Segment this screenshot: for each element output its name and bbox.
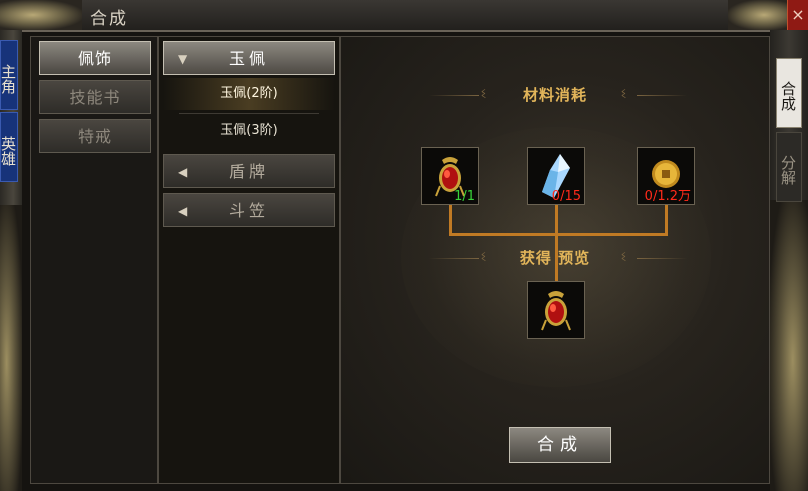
material-slot[interactable]: 0/1.2万 — [637, 147, 695, 205]
synthesis-window: 合成 × 主角 英雄 合成 分解 佩饰 技能书 特戒 ▼ 玉佩 玉佩(2阶) 玉… — [0, 0, 808, 491]
subcategory-panel: ▼ 玉佩 玉佩(2阶) 玉佩(3阶) ◀ 盾牌 ◀ 斗笠 — [158, 36, 340, 484]
material-slot[interactable]: 0/15 — [527, 147, 585, 205]
material-count: 0/15 — [551, 189, 581, 204]
arrow-down-icon: ▼ — [178, 52, 188, 66]
divider — [637, 258, 687, 259]
title-bar[interactable]: 合成 × — [0, 0, 808, 32]
connector-line — [449, 205, 452, 235]
left-side-tabs: 主角 英雄 — [0, 40, 18, 184]
swirl-ornament-icon: ଽ — [621, 86, 627, 102]
subcategory-jade-pendant[interactable]: ▼ 玉佩 — [163, 41, 335, 75]
subcategory-label: 玉佩 — [228, 49, 269, 68]
jade-pendant-icon — [541, 291, 571, 331]
tab-decompose[interactable]: 分解 — [776, 132, 802, 202]
subcategory-shield[interactable]: ◀ 盾牌 — [163, 154, 335, 188]
material-count: 0/1.2万 — [644, 189, 691, 204]
dragon-ornament-right-icon — [728, 0, 788, 30]
category-panel: 佩饰 技能书 特戒 — [30, 36, 158, 484]
arrow-left-icon: ◀ — [178, 165, 188, 179]
arrow-left-icon: ◀ — [178, 204, 188, 218]
connector-line — [665, 205, 668, 235]
dragon-ornament-bottom-right-icon — [770, 200, 808, 491]
result-preview-title: 获得 预览 — [519, 249, 591, 267]
recipe-item[interactable]: 玉佩(2阶) — [163, 78, 335, 110]
tab-hero[interactable]: 英雄 — [0, 112, 18, 182]
recipe-item[interactable]: 玉佩(3阶) — [163, 115, 335, 147]
subcategory-label: 斗笠 — [228, 201, 269, 220]
swirl-ornament-icon: ଽ — [621, 249, 627, 265]
synthesize-button[interactable]: 合成 — [509, 427, 611, 463]
divider — [637, 95, 687, 96]
divider — [179, 113, 319, 114]
recipe-detail-panel: ଽ 材料消耗 ଽ 1/1 0/15 0/1.2万 ଽ 获得 预览 ଽ 合成 — [340, 36, 770, 484]
result-slot[interactable] — [527, 281, 585, 339]
subcategory-label: 盾牌 — [228, 162, 269, 181]
window-title: 合成 — [90, 9, 128, 29]
tab-synthesis[interactable]: 合成 — [776, 58, 802, 128]
tab-player[interactable]: 主角 — [0, 40, 18, 110]
material-count: 1/1 — [454, 189, 475, 204]
close-button[interactable]: × — [787, 0, 808, 30]
dragon-ornament-left-icon — [0, 0, 82, 30]
dragon-ornament-bottom-left-icon — [0, 205, 22, 491]
connector-line — [555, 205, 558, 235]
material-slot[interactable]: 1/1 — [421, 147, 479, 205]
connector-line — [449, 233, 668, 236]
materials-title: 材料消耗 — [522, 86, 587, 104]
category-accessory-button[interactable]: 佩饰 — [39, 41, 151, 75]
subcategory-hat[interactable]: ◀ 斗笠 — [163, 193, 335, 227]
category-special-ring-button[interactable]: 特戒 — [39, 119, 151, 153]
category-skillbook-button[interactable]: 技能书 — [39, 80, 151, 114]
